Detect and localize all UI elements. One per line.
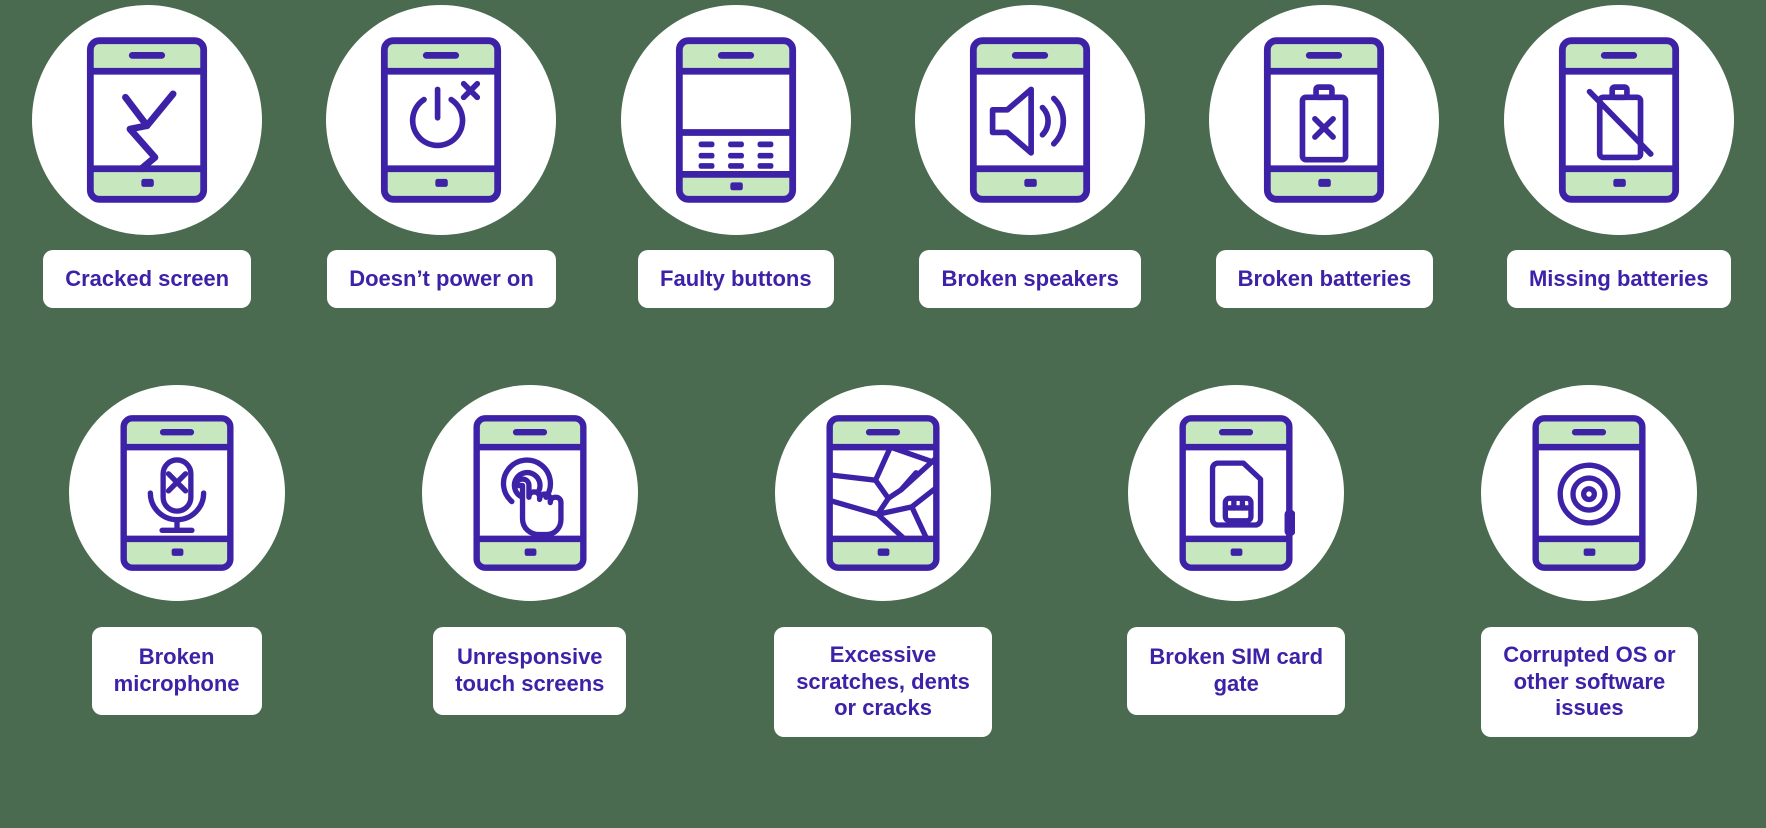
- issue-label: Cracked screen: [43, 250, 252, 308]
- issue-label: Broken microphone: [91, 627, 262, 715]
- issue-card-excessive-scratches[interactable]: Excessive scratches, dents or cracks: [706, 360, 1059, 828]
- issue-card-broken-batteries[interactable]: Broken batteries: [1177, 0, 1471, 320]
- icon-medallion: [620, 5, 851, 235]
- device-issues-infographic: Cracked screen Doesn’t power on Faulty b…: [0, 0, 1766, 828]
- issue-label: Excessive scratches, dents or cracks: [774, 627, 992, 737]
- issues-row-2: Broken microphone Unresponsive touch scr…: [0, 360, 1766, 828]
- issues-row-1: Cracked screen Doesn’t power on Faulty b…: [0, 0, 1766, 320]
- icon-medallion: [1128, 385, 1345, 601]
- icon-medallion: [915, 5, 1146, 235]
- icon-medallion: [1503, 5, 1734, 235]
- icon-medallion: [326, 5, 557, 235]
- issue-label: Missing batteries: [1506, 250, 1731, 308]
- phone-battery-x-icon: [1264, 37, 1385, 203]
- icon-medallion: [32, 5, 263, 235]
- issue-label: Broken SIM card gate: [1127, 627, 1346, 715]
- icon-medallion: [1481, 385, 1698, 601]
- issue-label: Unresponsive touch screens: [433, 627, 627, 715]
- issue-card-broken-sim-card-gate[interactable]: Broken SIM card gate: [1060, 360, 1413, 828]
- issue-label: Corrupted OS or other software issues: [1481, 627, 1698, 737]
- issue-card-missing-batteries[interactable]: Missing batteries: [1472, 0, 1766, 320]
- icon-medallion: [1209, 5, 1440, 235]
- phone-battery-slash-icon: [1558, 37, 1679, 203]
- phone-touch-icon: [473, 415, 587, 571]
- issue-card-doesnt-power-on[interactable]: Doesn’t power on: [294, 0, 588, 320]
- phone-sim-card-icon: [1179, 415, 1296, 571]
- icon-medallion: [68, 385, 285, 601]
- issue-card-unresponsive-touch-screens[interactable]: Unresponsive touch screens: [353, 360, 706, 828]
- phone-keypad-icon: [675, 37, 796, 203]
- icon-medallion: [421, 385, 638, 601]
- phone-cracked-screen-icon: [87, 37, 208, 203]
- icon-medallion: [775, 385, 991, 601]
- issue-card-broken-speakers[interactable]: Broken speakers: [883, 0, 1177, 320]
- phone-speaker-icon: [970, 37, 1091, 203]
- issue-label: Broken speakers: [919, 250, 1141, 308]
- issue-card-corrupted-os[interactable]: Corrupted OS or other software issues: [1413, 360, 1766, 828]
- issue-card-cracked-screen[interactable]: Cracked screen: [0, 0, 294, 320]
- issue-label: Doesn’t power on: [327, 250, 556, 308]
- issue-card-faulty-buttons[interactable]: Faulty buttons: [589, 0, 883, 320]
- issue-label: Faulty buttons: [638, 250, 834, 308]
- phone-microphone-x-icon: [120, 415, 234, 571]
- phone-shattered-icon: [826, 415, 940, 571]
- issue-label: Broken batteries: [1215, 250, 1434, 308]
- phone-power-off-icon: [381, 37, 502, 203]
- issue-card-broken-microphone[interactable]: Broken microphone: [0, 360, 353, 828]
- phone-disc-icon: [1532, 415, 1646, 571]
